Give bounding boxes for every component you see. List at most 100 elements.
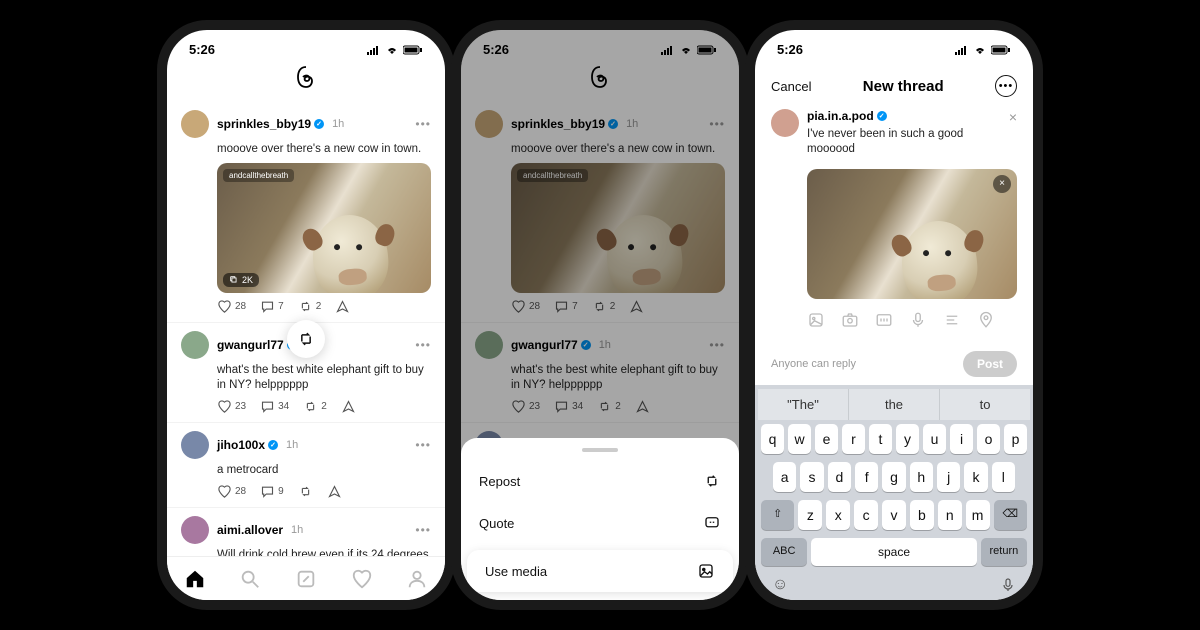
clock: 5:26 (483, 42, 509, 57)
key-o[interactable]: o (977, 424, 1000, 454)
like-button[interactable]: 23 (217, 399, 246, 414)
more-icon[interactable]: ••• (415, 438, 431, 452)
composer-text[interactable]: I've never been in such a good moooood (807, 127, 1001, 157)
reply-button[interactable]: 34 (260, 399, 289, 414)
key-m[interactable]: m (966, 500, 990, 530)
avatar[interactable] (181, 516, 209, 544)
repost-float-button[interactable] (287, 320, 325, 358)
key-v[interactable]: v (882, 500, 906, 530)
avatar[interactable] (771, 109, 799, 137)
close-icon[interactable]: × (1009, 109, 1017, 125)
key-c[interactable]: c (854, 500, 878, 530)
location-icon[interactable] (977, 311, 995, 329)
key-h[interactable]: h (910, 462, 933, 492)
repost-icon (703, 472, 721, 490)
more-icon[interactable]: ••• (415, 117, 431, 131)
mic-key[interactable] (1000, 577, 1016, 593)
image-icon[interactable] (807, 311, 825, 329)
key-z[interactable]: z (798, 500, 822, 530)
remove-media-button[interactable]: × (993, 175, 1011, 193)
reply-hint[interactable]: Anyone can reply (771, 358, 856, 370)
reply-button[interactable]: 7 (260, 299, 284, 314)
post-media[interactable]: andcallthebreath 2K (217, 163, 431, 293)
camera-icon[interactable] (841, 311, 859, 329)
like-button[interactable]: 28 (217, 484, 246, 499)
key-space[interactable]: space (811, 538, 976, 566)
key-r[interactable]: r (842, 424, 865, 454)
key-l[interactable]: l (992, 462, 1015, 492)
key-n[interactable]: n (938, 500, 962, 530)
repost-button[interactable] (298, 484, 313, 499)
key-t[interactable]: t (869, 424, 892, 454)
emoji-key[interactable]: ☺ (772, 576, 788, 594)
key-j[interactable]: j (937, 462, 960, 492)
mic-icon[interactable] (909, 311, 927, 329)
attach-row (807, 307, 1017, 339)
composer-more[interactable]: ••• (995, 75, 1017, 97)
share-button[interactable] (335, 299, 350, 314)
threads-logo[interactable] (167, 61, 445, 102)
key-b[interactable]: b (910, 500, 934, 530)
cancel-button[interactable]: Cancel (771, 79, 811, 94)
alt-pill[interactable]: 2K (223, 273, 259, 287)
key-k[interactable]: k (964, 462, 987, 492)
tab-home[interactable] (184, 568, 206, 590)
key-⇧[interactable]: ⇧ (761, 500, 794, 530)
sheet-repost[interactable]: Repost (461, 460, 739, 502)
avatar[interactable] (181, 110, 209, 138)
key-e[interactable]: e (815, 424, 838, 454)
key-y[interactable]: y (896, 424, 919, 454)
post[interactable]: jiho100x✓ 1h ••• a metrocard 28 9 (167, 423, 445, 508)
composer-media[interactable]: × (807, 169, 1017, 299)
post[interactable]: sprinkles_bby19✓ 1h ••• mooove over ther… (167, 102, 445, 323)
sheet-use-media[interactable]: Use media (467, 550, 733, 592)
key-s[interactable]: s (800, 462, 823, 492)
username[interactable]: sprinkles_bby19✓ (217, 117, 324, 131)
sheet-quote[interactable]: Quote (461, 502, 739, 544)
username[interactable]: gwangurl77✓ (217, 338, 297, 352)
like-button[interactable]: 28 (217, 299, 246, 314)
gif-icon[interactable] (875, 311, 893, 329)
key-a[interactable]: a (773, 462, 796, 492)
key-u[interactable]: u (923, 424, 946, 454)
key-abc[interactable]: ABC (761, 538, 807, 566)
threads-logo (461, 61, 739, 102)
poll-icon[interactable] (943, 311, 961, 329)
username[interactable]: aimi.allover (217, 523, 283, 537)
key-w[interactable]: w (788, 424, 811, 454)
composer-title: New thread (863, 78, 944, 95)
key-⌫[interactable]: ⌫ (994, 500, 1027, 530)
repost-button[interactable]: 2 (298, 299, 322, 314)
post-text: mooove over there's a new cow in town. (217, 142, 431, 157)
reply-button[interactable]: 9 (260, 484, 284, 499)
key-i[interactable]: i (950, 424, 973, 454)
suggest-3[interactable]: to (940, 389, 1030, 420)
key-g[interactable]: g (882, 462, 905, 492)
avatar[interactable] (181, 331, 209, 359)
repost-button[interactable]: 2 (303, 399, 327, 414)
timestamp: 1h (291, 524, 303, 536)
more-icon[interactable]: ••• (415, 523, 431, 537)
key-q[interactable]: q (761, 424, 784, 454)
post-button[interactable]: Post (963, 351, 1017, 377)
more-icon[interactable]: ••• (415, 338, 431, 352)
post-text: what's the best white elephant gift to b… (217, 363, 431, 393)
tab-activity[interactable] (351, 568, 373, 590)
key-return[interactable]: return (981, 538, 1027, 566)
key-p[interactable]: p (1004, 424, 1027, 454)
sheet-handle[interactable] (582, 448, 618, 452)
key-f[interactable]: f (855, 462, 878, 492)
share-button[interactable] (327, 484, 342, 499)
username[interactable]: jiho100x✓ (217, 438, 278, 452)
username[interactable]: pia.in.a.pod✓ (807, 109, 1001, 123)
share-button[interactable] (341, 399, 356, 414)
suggest-1[interactable]: "The" (758, 389, 849, 420)
avatar[interactable] (181, 431, 209, 459)
tab-compose[interactable] (295, 568, 317, 590)
tab-search[interactable] (239, 568, 261, 590)
signal-icon (661, 45, 675, 55)
key-d[interactable]: d (828, 462, 851, 492)
key-x[interactable]: x (826, 500, 850, 530)
tab-profile[interactable] (406, 568, 428, 590)
suggest-2[interactable]: the (849, 389, 940, 420)
